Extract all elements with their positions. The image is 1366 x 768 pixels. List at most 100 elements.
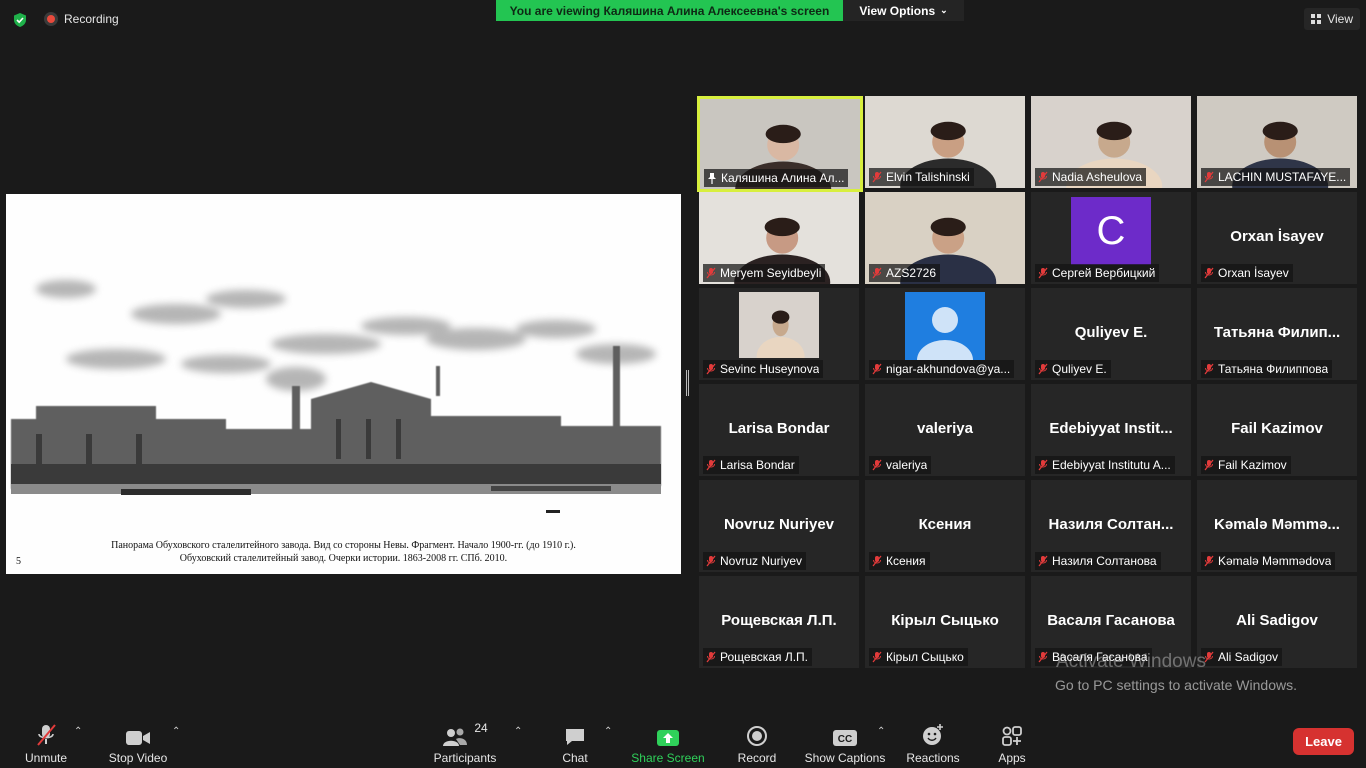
participants-label: Participants	[433, 751, 497, 765]
chat-options-caret-icon[interactable]: ⌃	[604, 726, 612, 737]
participant-display-name: Larisa Bondar	[728, 420, 830, 437]
participant-tile[interactable]: Татьяна Филип... Татьяна Филиппова	[1197, 288, 1357, 380]
participant-name-label: valeriya	[869, 456, 932, 474]
participant-tile[interactable]: Meryem Seyidbeyli	[699, 192, 859, 284]
participant-tile[interactable]: Novruz Nuriyev Novruz Nuriyev	[699, 480, 859, 572]
participant-tile[interactable]: Каляшина Алина Ал...	[697, 96, 863, 192]
participant-name: Рощевская Л.П.	[720, 650, 808, 664]
participant-name: Каляшина Алина Ал...	[721, 171, 845, 185]
participant-tile[interactable]: Рощевская Л.П. Рощевская Л.П.	[699, 576, 859, 668]
participant-name-label: Сергей Вербицкий	[1035, 264, 1160, 282]
participant-tile[interactable]: Назиля Солтан... Назиля Солтанова	[1031, 480, 1191, 572]
record-icon	[747, 726, 767, 746]
participant-name: Larisa Bondar	[720, 458, 795, 472]
audio-options-caret-icon[interactable]: ⌃	[74, 726, 82, 737]
closed-captions-icon: CC	[833, 730, 857, 746]
share-screen-label: Share Screen	[631, 751, 705, 765]
participant-name-label: Назиля Солтанова	[1035, 552, 1161, 570]
participant-tile[interactable]: Fail Kazimov Fail Kazimov	[1197, 384, 1357, 476]
show-captions-label: Show Captions	[804, 751, 886, 765]
participants-button[interactable]: 24 Participants	[430, 721, 500, 765]
participant-name-label: Novruz Nuriyev	[703, 552, 807, 570]
participant-tile[interactable]: Edebiyyat Instit... Edebiyyat Institutu A…	[1031, 384, 1191, 476]
participant-tile[interactable]: AZS2726	[865, 192, 1025, 284]
security-shield-icon[interactable]	[12, 12, 28, 28]
reactions-smiley-icon	[923, 724, 943, 745]
participant-name-label: Кірыл Сыцько	[869, 648, 968, 666]
participant-video	[739, 292, 819, 358]
svg-text:CC: CC	[838, 734, 852, 745]
participant-name-label: Orxan İsayev	[1201, 264, 1293, 282]
show-captions-button[interactable]: CC Show Captions	[805, 721, 885, 765]
reactions-button[interactable]: Reactions	[905, 721, 961, 765]
video-options-caret-icon[interactable]: ⌃	[172, 726, 180, 737]
participant-display-name: Рощевская Л.П.	[721, 612, 837, 629]
participant-tile[interactable]: nigar-akhundova@ya...	[865, 288, 1025, 380]
activate-windows-hint: Go to PC settings to activate Windows.	[1055, 677, 1297, 693]
participant-name-label: Elvin Talishinski	[869, 168, 974, 186]
participant-name-label: Larisa Bondar	[703, 456, 799, 474]
participant-name-label: Рощевская Л.П.	[703, 648, 812, 666]
page-number: 5	[16, 556, 21, 567]
microphone-muted-icon	[37, 724, 56, 746]
record-button[interactable]: Record	[734, 721, 780, 765]
participant-tile[interactable]: valeriya valeriya	[865, 384, 1025, 476]
mic-muted-icon	[706, 555, 716, 567]
participant-name: Fail Kazimov	[1218, 458, 1287, 472]
view-button[interactable]: View	[1304, 8, 1360, 30]
stop-video-button[interactable]: Stop Video	[106, 721, 170, 765]
participant-name-label: Каляшина Алина Ал...	[704, 169, 849, 187]
participant-tile[interactable]: C Сергей Вербицкий	[1031, 192, 1191, 284]
participant-display-name: Татьяна Филип...	[1213, 324, 1341, 341]
participant-tile[interactable]: Orxan İsayev Orxan İsayev	[1197, 192, 1357, 284]
participant-tile[interactable]: Quliyev E. Quliyev E.	[1031, 288, 1191, 380]
recording-indicator[interactable]: Recording	[44, 12, 119, 26]
participant-tile[interactable]: Ксения Ксения	[865, 480, 1025, 572]
participant-name: Кірыл Сыцько	[886, 650, 964, 664]
shared-screen[interactable]: Панорама Обуховского сталелитейного заво…	[6, 194, 681, 574]
participant-name-label: Sevinc Huseynova	[703, 360, 824, 378]
participant-tile[interactable]: Nadia Asheulova	[1031, 96, 1191, 188]
grid-view-icon	[1311, 14, 1322, 24]
chat-label: Chat	[562, 751, 588, 765]
participant-name-label: Татьяна Филиппова	[1201, 360, 1333, 378]
participant-tile[interactable]: Larisa Bondar Larisa Bondar	[699, 384, 859, 476]
participant-tile[interactable]: Кірыл Сыцько Кірыл Сыцько	[865, 576, 1025, 668]
participant-display-name: Ali Sadigov	[1236, 612, 1318, 629]
share-screen-arrow-icon	[657, 730, 679, 746]
participants-options-caret-icon[interactable]: ⌃	[514, 726, 522, 737]
participant-tile[interactable]: LACHIN MUSTAFAYE...	[1197, 96, 1357, 188]
captions-options-caret-icon[interactable]: ⌃	[877, 726, 885, 737]
mic-muted-icon	[706, 459, 716, 471]
participant-tile[interactable]: Elvin Talishinski	[865, 96, 1025, 188]
mic-muted-icon	[1038, 555, 1048, 567]
participant-tile[interactable]: Sevinc Huseynova	[699, 288, 859, 380]
participant-name: Sevinc Huseynova	[720, 362, 820, 376]
participant-name: Ксения	[886, 554, 926, 568]
share-screen-button[interactable]: Share Screen	[630, 721, 706, 765]
view-options-button[interactable]: View Options ⌄	[843, 0, 964, 21]
mic-muted-icon	[706, 363, 716, 375]
participant-name-label: LACHIN MUSTAFAYE...	[1201, 168, 1351, 186]
participant-name: LACHIN MUSTAFAYE...	[1218, 170, 1347, 184]
view-options-label: View Options	[859, 3, 936, 18]
participant-name-label: Nadia Asheulova	[1035, 168, 1147, 186]
participant-name: Kəmalə Məmmədova	[1218, 554, 1332, 568]
resize-splitter-handle[interactable]	[686, 370, 689, 396]
mic-muted-icon	[706, 267, 716, 279]
participant-display-name: Назиля Солтан...	[1048, 516, 1174, 533]
leave-button[interactable]: Leave	[1293, 728, 1354, 755]
participant-tile[interactable]: Kəmalə Məmmə... Kəmalə Məmmədova	[1197, 480, 1357, 572]
participant-tile[interactable]: Ali Sadigov Ali Sadigov	[1197, 576, 1357, 668]
participant-name: Nadia Asheulova	[1052, 170, 1143, 184]
participant-display-name: Fail Kazimov	[1231, 420, 1323, 437]
apps-icon	[1002, 726, 1022, 746]
participant-name-label: Meryem Seyidbeyli	[703, 264, 826, 282]
chat-bubble-icon	[566, 729, 584, 745]
unmute-button[interactable]: Unmute	[22, 721, 70, 765]
mic-muted-icon	[1204, 555, 1214, 567]
apps-button[interactable]: Apps	[994, 721, 1030, 765]
caption-line-1: Панорама Обуховского сталелитейного заво…	[111, 540, 576, 551]
mic-muted-icon	[1038, 267, 1048, 279]
chat-button[interactable]: Chat	[556, 721, 594, 765]
